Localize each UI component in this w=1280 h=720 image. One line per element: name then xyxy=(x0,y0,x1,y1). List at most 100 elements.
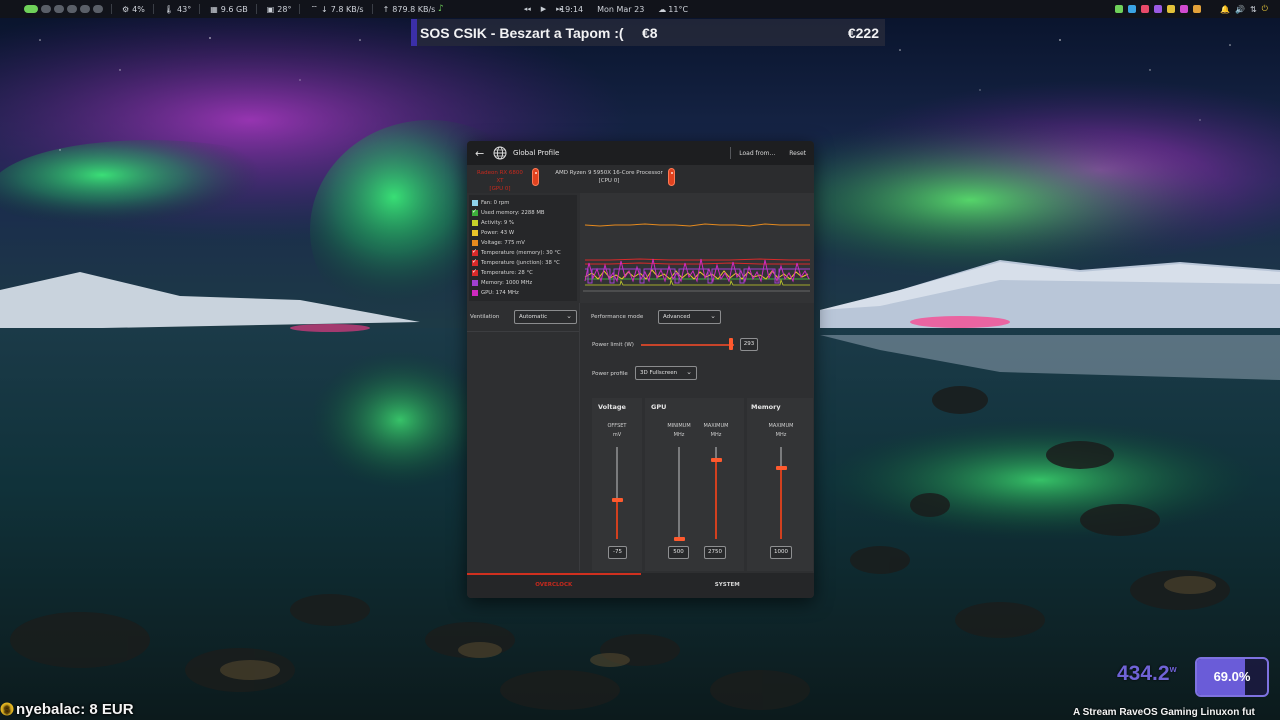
tab-system[interactable]: SYSTEM xyxy=(641,573,815,598)
ventilation-dropdown[interactable]: Automatic ⌄ xyxy=(514,310,577,324)
sensor-monitor: Fan: 0 rpm Used memory: 2288 MB Activity: … xyxy=(467,193,814,303)
tray-app-icon[interactable] xyxy=(1167,5,1176,13)
ventilation-label: Ventilation xyxy=(470,314,500,320)
tray-app-icon[interactable] xyxy=(1115,5,1124,13)
top-panel: ⚙ 4% 🌡 43° ▦ 9.6 GB ▣ 28° ⌔ ↓ 7.8 KB/s ↑… xyxy=(0,0,1280,18)
upload-speed: 879.8 KB/s xyxy=(392,4,436,14)
legend-label: Temperature (memory): 30 °C xyxy=(481,250,561,256)
volume-icon[interactable]: 🔊 xyxy=(1235,5,1245,14)
tray-app-icon[interactable] xyxy=(1180,5,1189,13)
performance-mode-dropdown[interactable]: Advanced ⌄ xyxy=(658,310,721,324)
divider xyxy=(371,4,373,14)
voltage-slider-thumb[interactable] xyxy=(612,498,623,503)
media-controls: ♪ ◂◂ ▶ ▸▸ xyxy=(438,0,563,18)
gpu-max-caption: MAXIMUM MHz xyxy=(694,422,738,440)
back-arrow-icon[interactable]: ← xyxy=(475,147,489,160)
power-limit-input[interactable]: 293 xyxy=(740,338,758,351)
network-icon[interactable]: ⇅ xyxy=(1250,5,1257,14)
legend-checkbox[interactable] xyxy=(472,290,478,296)
workspace-5[interactable] xyxy=(80,5,90,13)
legend-label: Memory: 1000 MHz xyxy=(481,280,533,286)
legend-checkbox[interactable] xyxy=(472,248,478,256)
gpu-min-label: MINIMUM xyxy=(667,423,691,429)
power-limit-slider[interactable] xyxy=(641,344,734,346)
legend-checkbox[interactable] xyxy=(472,280,478,286)
legend-item[interactable]: Used memory: 2288 MB xyxy=(472,208,574,218)
memory-clock-slider[interactable] xyxy=(780,447,782,539)
voltage-unit: mV xyxy=(612,432,622,438)
gpu-max-slider-fill xyxy=(715,459,717,539)
tab-overclock[interactable]: OVERCLOCK xyxy=(467,573,641,598)
voltage-offset-slider[interactable] xyxy=(616,447,618,539)
legend-item[interactable]: GPU: 174 MHz xyxy=(472,288,574,298)
performance-mode-label: Performance mode xyxy=(591,314,644,320)
legend-label: Fan: 0 rpm xyxy=(481,200,510,206)
memory-clock-input[interactable]: 1000 xyxy=(770,546,792,559)
gpu-min-clock-slider[interactable] xyxy=(678,447,680,539)
wifi-icon: ⌔ xyxy=(310,4,319,13)
cpu-temperature: 🌡 43° xyxy=(164,5,191,14)
legend-checkbox[interactable] xyxy=(472,258,478,266)
workspace-2[interactable] xyxy=(41,5,51,13)
memory-unit: MHz xyxy=(775,432,787,438)
gpu-max-slider-thumb[interactable] xyxy=(711,457,722,462)
network-upload: ↑ 879.8 KB/s xyxy=(383,5,436,14)
legend-item[interactable]: Power: 43 W xyxy=(472,228,574,238)
legend-checkbox[interactable] xyxy=(472,208,478,216)
legend-item[interactable]: Voltage: 775 mV xyxy=(472,238,574,248)
device-selector: Radeon RX 6800 XT [GPU 0] AMD Ryzen 9 59… xyxy=(467,165,814,193)
memory-usage: ▦ 9.6 GB xyxy=(210,5,248,14)
upload-arrow-icon: ↑ xyxy=(382,4,390,14)
legend-checkbox[interactable] xyxy=(472,230,478,236)
legend-checkbox[interactable] xyxy=(472,220,478,226)
reset-button[interactable]: Reset xyxy=(789,150,806,157)
tray-app-icon[interactable] xyxy=(1128,5,1137,13)
legend-item[interactable]: Temperature (junction): 38 °C xyxy=(472,258,574,268)
workspace-3[interactable] xyxy=(54,5,64,13)
legend-item[interactable]: Temperature: 28 °C xyxy=(472,268,574,278)
legend-item[interactable]: Activity: 9 % xyxy=(472,218,574,228)
clock[interactable]: 19:14 Mon Mar 23 ☁ 11°C xyxy=(560,0,688,18)
previous-track-icon[interactable]: ◂◂ xyxy=(524,5,531,13)
tray-app-icon[interactable] xyxy=(1154,5,1163,13)
cpu-toggle[interactable] xyxy=(668,168,675,186)
gpu-min-slider-thumb[interactable] xyxy=(674,537,685,541)
divider xyxy=(111,4,112,14)
ventilation-value: Automatic xyxy=(519,314,548,320)
gpu-max-clock-input[interactable]: 2750 xyxy=(704,546,726,559)
cpu-device-tab[interactable]: AMD Ryzen 9 5950X 16-Core Processor [CPU… xyxy=(553,169,665,185)
legend-item[interactable]: Memory: 1000 MHz xyxy=(472,278,574,288)
workspace-4[interactable] xyxy=(67,5,77,13)
tray-app-icon[interactable] xyxy=(1193,5,1202,13)
donation-ticker: $ nyebalac: 8 EUR xyxy=(0,698,134,720)
notification-bell-icon[interactable]: 🔔 xyxy=(1220,5,1230,14)
power-limit-slider-thumb[interactable] xyxy=(729,338,734,350)
gpu-device-tab[interactable]: Radeon RX 6800 XT [GPU 0] xyxy=(473,169,527,193)
power-draw-readout: 434.2w xyxy=(1117,662,1177,686)
gpu-toggle[interactable] xyxy=(532,168,539,186)
workspace-6[interactable] xyxy=(93,5,103,13)
scrolling-caption: A Stream RaveOS Gaming Linuxon fut xyxy=(1073,707,1255,718)
legend-checkbox[interactable] xyxy=(472,240,478,246)
cpu-temp-value: 43° xyxy=(177,4,192,14)
tray-app-icon[interactable] xyxy=(1141,5,1150,13)
legend-checkbox[interactable] xyxy=(472,268,478,276)
legend-item[interactable]: Fan: 0 rpm xyxy=(472,198,574,208)
divider xyxy=(199,4,201,14)
memory-slider-thumb[interactable] xyxy=(776,466,787,471)
power-icon[interactable]: ⏻ xyxy=(1262,4,1268,14)
gpu-min-clock-input[interactable]: 500 xyxy=(668,546,689,559)
memory-max-caption: MAXIMUM MHz xyxy=(759,422,803,440)
pane-divider xyxy=(579,303,580,571)
voltage-offset-label: OFFSET xyxy=(607,423,627,429)
cpu-usage: ⚙ 4% xyxy=(122,5,145,14)
legend-checkbox[interactable] xyxy=(472,200,478,206)
workspace-1[interactable] xyxy=(24,5,38,13)
play-icon[interactable]: ▶ xyxy=(541,5,546,13)
power-profile-dropdown[interactable]: 3D Fullscreen ⌄ xyxy=(635,366,697,380)
legend-item[interactable]: Temperature (memory): 30 °C xyxy=(472,248,574,258)
voltage-offset-input[interactable]: -75 xyxy=(608,546,627,559)
power-draw-unit: w xyxy=(1169,664,1177,674)
workspace-switcher xyxy=(0,5,103,13)
load-from-button[interactable]: Load from... xyxy=(739,150,775,157)
